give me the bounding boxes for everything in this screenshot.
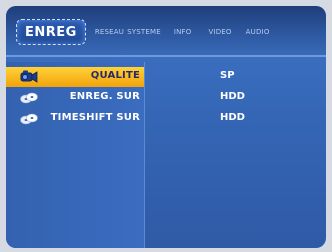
setting-value: SP xyxy=(220,70,235,81)
disc-icon xyxy=(20,92,38,104)
tab-enreg[interactable]: ENREG xyxy=(16,19,86,45)
setting-row-qualite[interactable]: QUALITE SP xyxy=(6,67,326,87)
setting-label: ENREG. SUR xyxy=(69,91,140,102)
tab-list: ENREG RESEAU SYSTEME INFO VIDEO AUDIO xyxy=(16,18,270,46)
disc-icon xyxy=(20,113,38,125)
tab-info[interactable]: INFO xyxy=(174,28,192,36)
setting-row-timeshift-sur[interactable]: TIMESHIFT SUR HDD xyxy=(6,109,326,129)
setting-label-cell: QUALITE xyxy=(6,67,144,87)
settings-panel: ENREG RESEAU SYSTEME INFO VIDEO AUDIO QU… xyxy=(6,6,326,248)
setting-label-cell: ENREG. SUR xyxy=(6,88,144,108)
tab-bar: ENREG RESEAU SYSTEME INFO VIDEO AUDIO xyxy=(6,6,326,56)
setting-value: HDD xyxy=(220,112,245,123)
tab-video[interactable]: VIDEO xyxy=(208,28,231,36)
setting-label: QUALITE xyxy=(90,70,140,81)
tab-systeme[interactable]: SYSTEME xyxy=(127,28,161,36)
tab-audio[interactable]: AUDIO xyxy=(246,28,270,36)
setting-row-enreg-sur[interactable]: ENREG. SUR HDD xyxy=(6,88,326,108)
setting-label-cell: TIMESHIFT SUR xyxy=(6,109,144,129)
setting-label: TIMESHIFT SUR xyxy=(50,112,140,123)
screen: ENREG RESEAU SYSTEME INFO VIDEO AUDIO QU… xyxy=(0,0,332,252)
camcorder-icon xyxy=(20,70,38,83)
header-divider xyxy=(6,55,326,57)
tab-reseau[interactable]: RESEAU xyxy=(95,28,124,36)
setting-value: HDD xyxy=(220,91,245,102)
